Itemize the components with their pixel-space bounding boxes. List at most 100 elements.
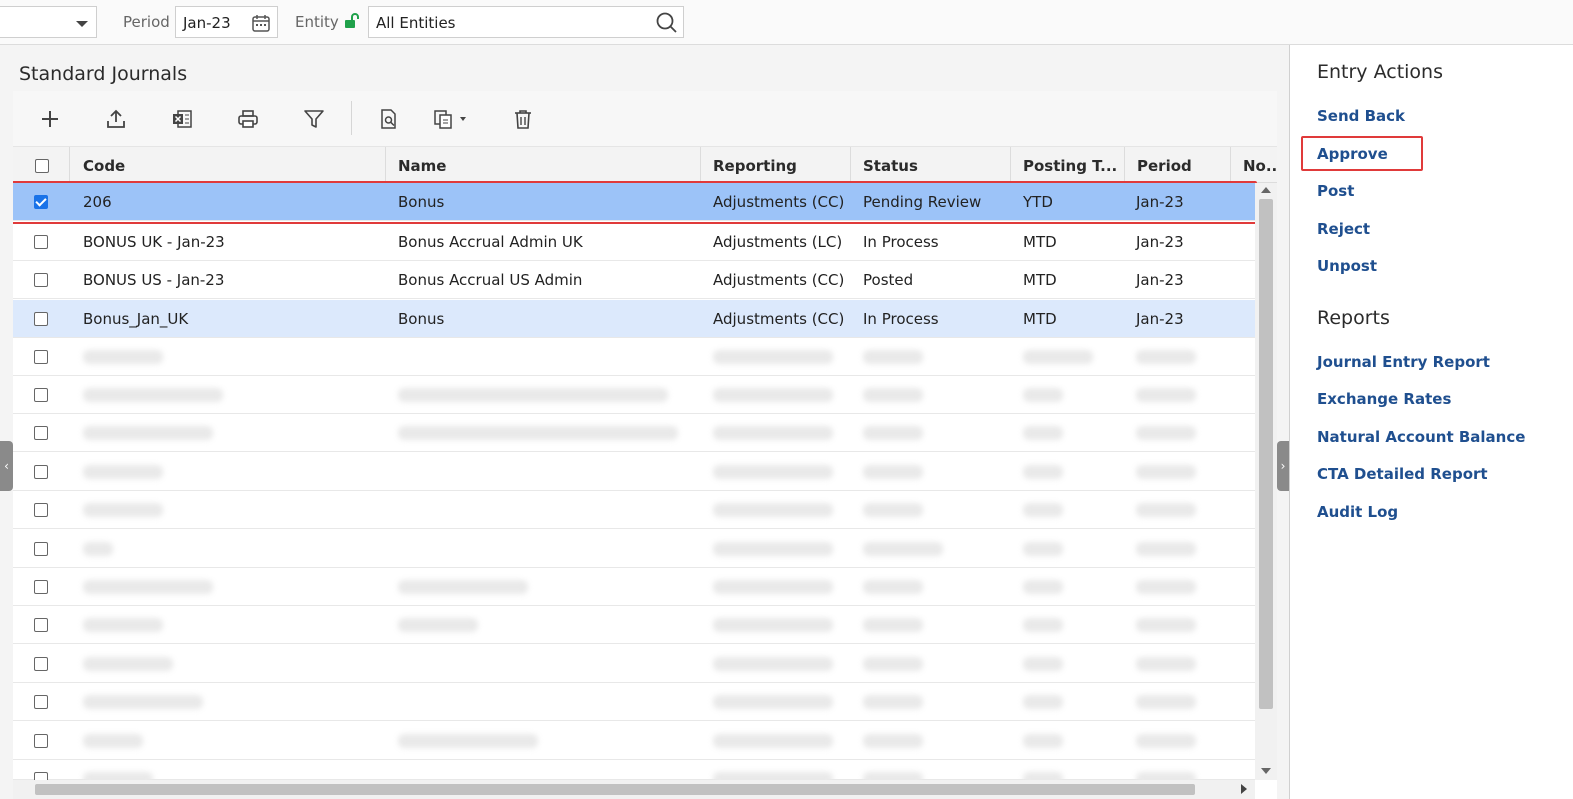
cell-posting: MTD (1023, 271, 1057, 289)
table-row[interactable] (13, 530, 1255, 568)
blurred-text (1023, 465, 1063, 479)
table-row[interactable] (13, 414, 1255, 452)
scroll-down-icon[interactable] (1261, 768, 1271, 774)
post-link[interactable]: Post (1317, 182, 1354, 200)
copy-icon[interactable] (431, 105, 479, 133)
filter-icon[interactable] (300, 105, 328, 133)
scroll-right-icon[interactable] (1241, 784, 1247, 794)
cell-name: Bonus Accrual Admin UK (398, 233, 583, 251)
blurred-text (713, 542, 833, 556)
table-row[interactable] (13, 683, 1255, 721)
entry-actions-title: Entry Actions (1317, 61, 1443, 83)
blurred-text (713, 503, 833, 517)
plus-icon[interactable] (36, 105, 64, 133)
entity-field[interactable]: All Entities (368, 6, 684, 38)
table-row[interactable] (13, 338, 1255, 376)
print-icon[interactable] (234, 105, 262, 133)
row-checkbox[interactable] (34, 235, 48, 249)
blurred-text (83, 657, 173, 671)
scroll-thumb[interactable] (35, 784, 1195, 795)
blurred-text (863, 426, 923, 440)
col-code[interactable]: Code (69, 147, 385, 184)
blurred-text (1136, 542, 1196, 556)
reject-link[interactable]: Reject (1317, 220, 1370, 238)
blurred-text (1136, 580, 1196, 594)
horizontal-scrollbar[interactable] (13, 780, 1255, 799)
row-checkbox[interactable] (34, 695, 48, 709)
blurred-text (863, 503, 923, 517)
document-search-icon[interactable] (375, 105, 403, 133)
row-checkbox[interactable] (34, 312, 48, 326)
cell-period: Jan-23 (1136, 193, 1184, 211)
cell-status: Pending Review (863, 193, 982, 211)
blurred-text (1023, 350, 1093, 364)
row-checkbox[interactable] (34, 388, 48, 402)
row-checkbox[interactable] (34, 734, 48, 748)
unlock-icon[interactable] (343, 12, 361, 34)
row-checkbox[interactable] (34, 350, 48, 364)
collapse-left-handle[interactable]: ‹ (0, 441, 13, 491)
table-row[interactable] (13, 453, 1255, 491)
col-notes[interactable]: No... (1230, 147, 1277, 184)
col-reporting[interactable]: Reporting (700, 147, 850, 184)
row-checkbox[interactable] (34, 465, 48, 479)
journal-entry-report-link[interactable]: Journal Entry Report (1317, 353, 1490, 371)
row-checkbox[interactable] (34, 426, 48, 440)
natural-account-balance-link[interactable]: Natural Account Balance (1317, 428, 1525, 446)
table-row[interactable]: BONUS UK - Jan-23 Bonus Accrual Admin UK… (13, 223, 1255, 261)
table-row[interactable] (13, 606, 1255, 644)
unpost-link[interactable]: Unpost (1317, 257, 1377, 275)
collapse-right-handle[interactable]: › (1277, 441, 1289, 491)
scroll-up-icon[interactable] (1261, 187, 1271, 193)
blurred-text (863, 734, 923, 748)
view-select[interactable] (0, 6, 97, 38)
col-name[interactable]: Name (385, 147, 700, 184)
table-row[interactable] (13, 722, 1255, 760)
table-row[interactable] (13, 760, 1255, 786)
row-checkbox[interactable] (34, 542, 48, 556)
send-back-link[interactable]: Send Back (1317, 107, 1405, 125)
blurred-text (863, 695, 923, 709)
exchange-rates-link[interactable]: Exchange Rates (1317, 390, 1451, 408)
scroll-thumb[interactable] (1259, 199, 1273, 709)
row-checkbox[interactable] (34, 195, 48, 209)
chevron-left-icon: ‹ (4, 459, 9, 473)
table-row[interactable]: 206 Bonus Adjustments (CC) Pending Revie… (13, 183, 1255, 221)
blurred-text (83, 465, 163, 479)
upload-icon[interactable] (102, 105, 130, 133)
vertical-scrollbar[interactable] (1255, 183, 1277, 780)
col-status[interactable]: Status (850, 147, 1010, 184)
col-posting-type[interactable]: Posting T... (1010, 147, 1124, 184)
approve-link[interactable]: Approve (1317, 145, 1388, 163)
audit-log-link[interactable]: Audit Log (1317, 503, 1398, 521)
row-checkbox[interactable] (34, 657, 48, 671)
period-value: Jan-23 (183, 14, 231, 32)
period-label: Period (123, 13, 170, 31)
cell-period: Jan-23 (1136, 233, 1184, 251)
blurred-text (863, 388, 923, 402)
row-checkbox[interactable] (34, 503, 48, 517)
blurred-text (1023, 503, 1063, 517)
grid-toolbar (13, 91, 1277, 146)
table-row[interactable] (13, 491, 1255, 529)
row-checkbox[interactable] (34, 580, 48, 594)
blurred-text (1023, 388, 1063, 402)
blurred-text (1136, 657, 1196, 671)
select-all-checkbox[interactable] (35, 159, 49, 173)
calendar-icon[interactable] (251, 13, 271, 37)
table-row[interactable]: BONUS US - Jan-23 Bonus Accrual US Admin… (13, 261, 1255, 299)
table-row[interactable]: Bonus_Jan_UK Bonus Adjustments (CC) In P… (13, 300, 1255, 338)
blurred-text (1023, 618, 1063, 632)
table-row[interactable] (13, 376, 1255, 414)
table-row[interactable] (13, 645, 1255, 683)
period-field[interactable]: Jan-23 (175, 6, 278, 38)
blurred-text (83, 503, 163, 517)
row-checkbox[interactable] (34, 618, 48, 632)
table-row[interactable] (13, 568, 1255, 606)
col-period[interactable]: Period (1124, 147, 1230, 184)
row-checkbox[interactable] (34, 273, 48, 287)
delete-icon[interactable] (509, 105, 537, 133)
cta-detailed-report-link[interactable]: CTA Detailed Report (1317, 465, 1488, 483)
search-icon[interactable] (655, 11, 679, 39)
excel-export-icon[interactable] (168, 105, 196, 133)
